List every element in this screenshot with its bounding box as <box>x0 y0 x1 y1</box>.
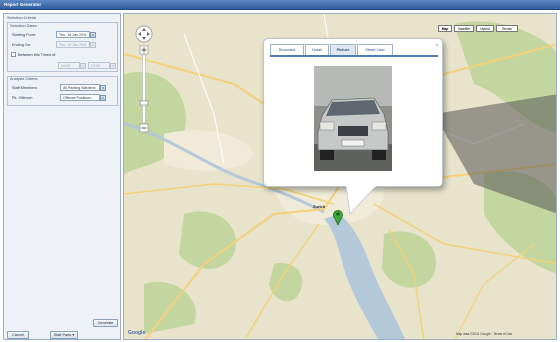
tab-detail[interactable]: Detail <box>305 44 329 55</box>
pk-offence-select[interactable]: Offence Positions <box>60 94 100 101</box>
selection-dates-header: Selection Dates <box>10 24 37 28</box>
ending-on-field[interactable]: Thu, 15 Jan 2011 <box>56 41 90 48</box>
car-photo-image <box>314 66 392 171</box>
window-titlebar: Report Generator <box>0 0 560 10</box>
map-marker-icon[interactable] <box>333 209 343 225</box>
tab-strip <box>270 55 438 57</box>
staff-members-trigger[interactable]: ▾ <box>100 84 106 91</box>
map-pan-zoom-control[interactable] <box>135 25 153 136</box>
zoom-in-icon[interactable] <box>139 45 149 55</box>
time-from-field[interactable]: 00:00 <box>58 62 80 69</box>
calendar-trigger-start[interactable]: ▾ <box>90 31 96 38</box>
maptype-hybrid-button[interactable]: Hybrid <box>476 25 494 32</box>
maptype-terrain-button[interactable]: Terrain <box>496 25 518 32</box>
time-to-trigger[interactable]: ▾ <box>110 62 116 69</box>
window-title: Report Generator <box>4 2 42 7</box>
tab-recorded[interactable]: Recorded <box>270 44 304 55</box>
analysis-criteria-header: Analysis Criteria <box>10 77 38 81</box>
zoom-slider-handle[interactable] <box>139 100 149 106</box>
staff-parts-button[interactable]: Staff Parts ▾ <box>50 331 78 339</box>
tab-picture[interactable]: Picture <box>330 44 356 55</box>
cancel-button[interactable]: Cancel <box>7 331 29 339</box>
google-logo: Google <box>128 330 146 336</box>
between-times-label: Between this Times of: <box>18 52 57 57</box>
map-view[interactable]: Map Satellite Hybrid Terrain Zurich Reco… <box>123 13 557 340</box>
info-window-tabs: Recorded Detail Picture Street View <box>270 44 428 55</box>
staff-members-label: Staff Members: <box>12 86 38 90</box>
zoom-out-icon[interactable] <box>139 123 149 133</box>
calendar-trigger-end[interactable]: ▾ <box>90 41 96 48</box>
ending-on-label: Ending On: <box>12 43 31 47</box>
chevron-down-icon: ▾ <box>72 333 75 337</box>
marker-info-window: Recorded Detail Picture Street View x <box>263 38 443 187</box>
pk-offence-label: Pk. Offence: <box>12 96 33 100</box>
info-window-pointer <box>346 186 376 214</box>
pk-offence-trigger[interactable]: ▾ <box>100 94 106 101</box>
criteria-panel: Selection Criteria Selection Dates Start… <box>3 13 121 340</box>
city-label: Zurich <box>313 204 326 209</box>
tab-street-view[interactable]: Street View <box>357 44 393 55</box>
between-times-checkbox[interactable] <box>11 52 16 57</box>
selection-criteria-header: Selection Criteria <box>7 16 36 20</box>
starting-from-field[interactable]: Thu, 15 Jan 2011 <box>56 31 90 38</box>
time-from-trigger[interactable]: ▾ <box>80 62 86 69</box>
zoom-slider-track[interactable] <box>142 54 146 124</box>
starting-from-label: Starting From: <box>12 33 37 37</box>
staff-parts-label: Staff Parts <box>53 333 72 337</box>
time-to-field[interactable]: 23:59 <box>88 62 110 69</box>
staff-members-select[interactable]: All Parking Wardens <box>60 84 100 91</box>
generate-button[interactable]: Generate <box>93 319 118 327</box>
pan-control[interactable] <box>135 25 153 43</box>
maptype-map-button[interactable]: Map <box>438 25 452 32</box>
maptype-satellite-button[interactable]: Satellite <box>454 25 474 32</box>
close-icon[interactable]: x <box>436 42 438 47</box>
map-copyright: Map data ©2011 Google - Terms of Use <box>456 332 513 336</box>
